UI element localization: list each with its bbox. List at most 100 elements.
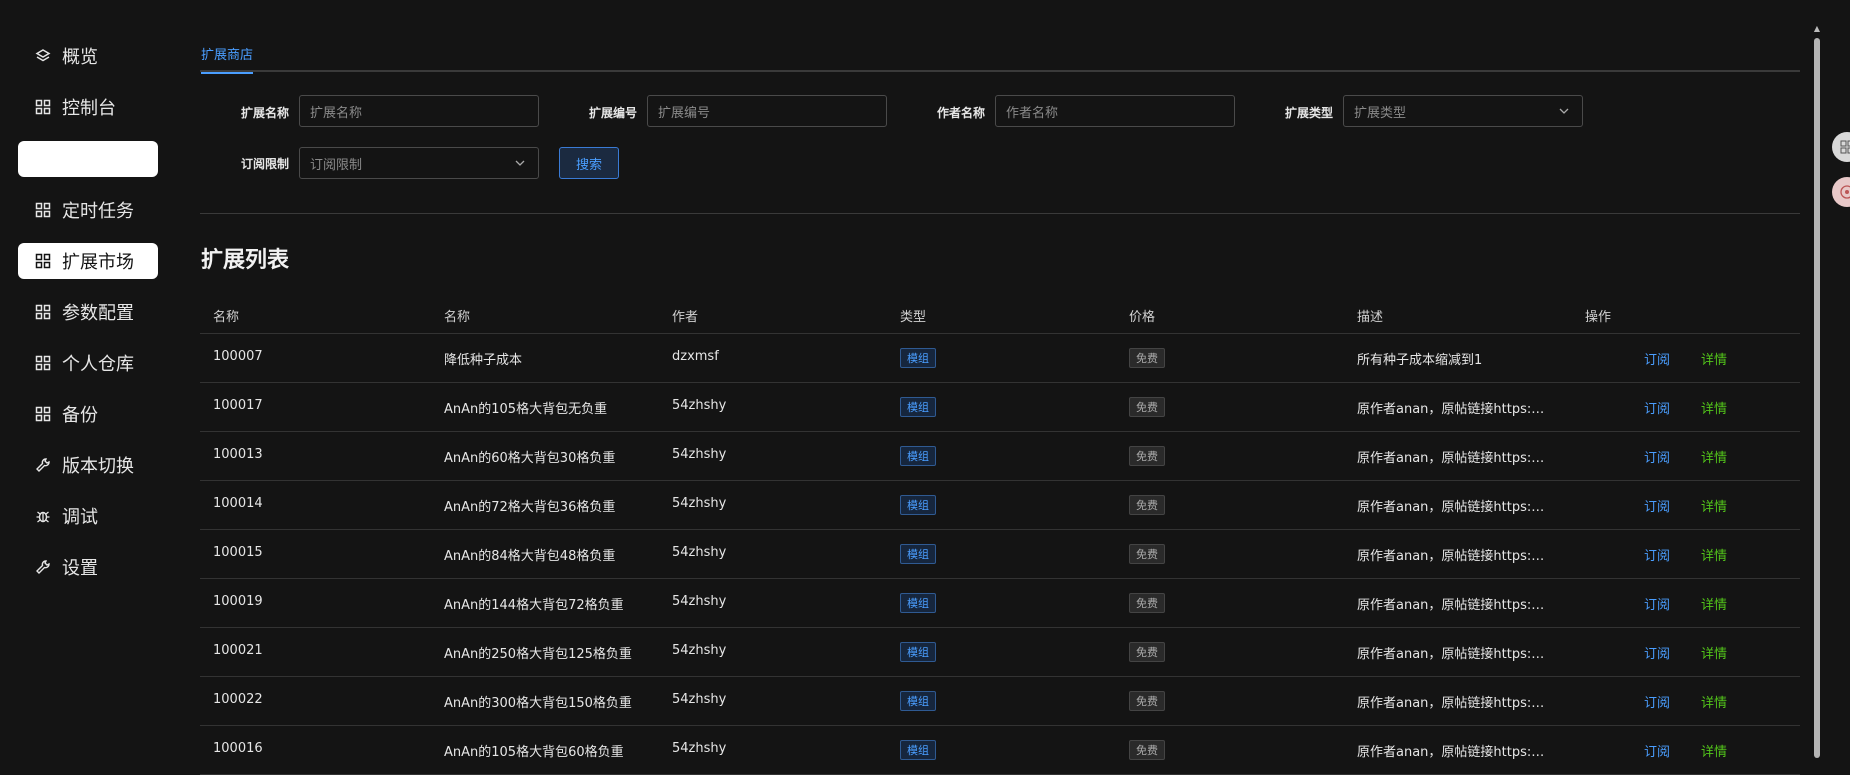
cell-name: AnAn的84格大背包48格负重	[444, 549, 616, 564]
wrench-icon	[34, 456, 52, 474]
sidebar-item-7[interactable]: 备份	[18, 396, 158, 432]
cell-name: AnAn的250格大背包125格负重	[444, 647, 632, 662]
detail-link[interactable]: 详情	[1701, 496, 1727, 515]
sidebar-item-1[interactable]: 控制台	[18, 89, 158, 125]
subscribe-link[interactable]: 订阅	[1644, 692, 1670, 711]
detail-link[interactable]: 详情	[1701, 398, 1727, 417]
sidebar-item-10[interactable]: 设置	[18, 549, 158, 585]
floating-help-button[interactable]	[1832, 177, 1850, 207]
scrollbar[interactable]: ▲	[1812, 24, 1822, 758]
divider	[200, 213, 1800, 214]
sidebar-item-blank[interactable]	[18, 141, 158, 177]
sidebar-item-6[interactable]: 个人仓库	[18, 345, 158, 381]
subscribe-link[interactable]: 订阅	[1644, 545, 1670, 564]
cell-description: 原作者anan，原帖链接https:…	[1357, 549, 1545, 564]
price-badge: 免费	[1129, 397, 1165, 417]
detail-link[interactable]: 详情	[1701, 741, 1727, 760]
cell-description: 原作者anan，原帖链接https:…	[1357, 696, 1545, 711]
detail-link[interactable]: 详情	[1701, 447, 1727, 466]
table-row: 100015 AnAn的84格大背包48格负重 54zhshy 模组 免费 原作者anan…	[200, 530, 1800, 579]
extension-type-placeholder: 扩展类型	[1354, 105, 1407, 121]
chevron-down-icon	[1559, 108, 1569, 114]
sidebar-item-4[interactable]: 扩展市场	[18, 243, 158, 279]
section-title: 扩展列表	[201, 248, 290, 273]
detail-link[interactable]: 详情	[1701, 692, 1727, 711]
type-badge: 模组	[900, 348, 936, 368]
price-badge: 免费	[1129, 348, 1165, 368]
scroll-up-arrow-icon[interactable]: ▲	[1812, 24, 1822, 34]
sidebar: 概览控制台定时任务扩展市场参数配置个人仓库备份版本切换调试设置	[0, 0, 180, 750]
detail-link[interactable]: 详情	[1701, 643, 1727, 662]
floating-grid-button[interactable]	[1832, 132, 1850, 162]
cell-name: AnAn的144格大背包72格负重	[444, 598, 624, 613]
grid-icon	[34, 405, 52, 423]
extension-name-placeholder: 扩展名称	[310, 105, 363, 121]
cell-author: 54zhshy	[672, 741, 727, 756]
cell-id: 100014	[213, 496, 263, 511]
grid-icon	[34, 98, 52, 116]
sidebar-item-label: 版本切换	[62, 456, 134, 477]
table-row: 100016 AnAn的105格大背包60格负重 54zhshy 模组 免费 原作者ana…	[200, 726, 1800, 775]
sidebar-item-label: 调试	[62, 507, 98, 528]
cell-id: 100016	[213, 741, 263, 756]
detail-link[interactable]: 详情	[1701, 594, 1727, 613]
sidebar-item-0[interactable]: 概览	[18, 38, 158, 74]
column-header-price: 价格	[1129, 310, 1156, 325]
cell-name: AnAn的60格大背包30格负重	[444, 451, 616, 466]
sidebar-item-5[interactable]: 参数配置	[18, 294, 158, 330]
cell-id: 100021	[213, 643, 263, 658]
cell-name: AnAn的300格大背包150格负重	[444, 696, 632, 711]
extension-id-input[interactable]: 扩展编号	[647, 95, 887, 127]
cell-author: 54zhshy	[672, 594, 727, 609]
detail-link[interactable]: 详情	[1701, 545, 1727, 564]
subscribe-link[interactable]: 订阅	[1644, 741, 1670, 760]
grid-icon	[34, 354, 52, 372]
author-name-label: 作者名称	[937, 106, 986, 120]
cell-description: 原作者anan，原帖链接https:…	[1357, 402, 1545, 417]
sidebar-item-3[interactable]: 定时任务	[18, 192, 158, 228]
cell-name: AnAn的105格大背包无负重	[444, 402, 608, 417]
column-header-actions: 操作	[1585, 310, 1612, 325]
extension-id-label: 扩展编号	[589, 106, 638, 120]
extension-type-label: 扩展类型	[1285, 106, 1334, 120]
table-row: 100013 AnAn的60格大背包30格负重 54zhshy 模组 免费 原作者anan…	[200, 432, 1800, 481]
cell-author: 54zhshy	[672, 447, 727, 462]
sidebar-item-9[interactable]: 调试	[18, 498, 158, 534]
cell-author: 54zhshy	[672, 496, 727, 511]
subscribe-link[interactable]: 订阅	[1644, 349, 1670, 368]
column-header-author: 作者	[672, 310, 699, 325]
subscribe-link[interactable]: 订阅	[1644, 594, 1670, 613]
sidebar-item-label: 设置	[62, 558, 98, 579]
subscribe-link[interactable]: 订阅	[1644, 447, 1670, 466]
subscription-limit-select[interactable]: 订阅限制	[299, 147, 539, 179]
subscribe-link[interactable]: 订阅	[1644, 398, 1670, 417]
detail-link[interactable]: 详情	[1701, 349, 1727, 368]
extension-type-select[interactable]: 扩展类型	[1343, 95, 1583, 127]
help-icon	[1840, 185, 1850, 199]
author-name-input[interactable]: 作者名称	[995, 95, 1235, 127]
search-button[interactable]: 搜索	[559, 147, 619, 179]
sidebar-item-label: 定时任务	[62, 201, 134, 222]
scrollbar-thumb[interactable]	[1814, 38, 1820, 758]
sidebar-item-label: 备份	[62, 405, 98, 426]
table-header: 名称 名称 作者 类型 价格 描述 操作	[200, 296, 1800, 334]
grid-icon	[34, 303, 52, 321]
extension-name-input[interactable]: 扩展名称	[299, 95, 539, 127]
cell-author: 54zhshy	[672, 643, 727, 658]
cell-description: 原作者anan，原帖链接https:…	[1357, 451, 1545, 466]
column-header-type: 类型	[900, 310, 927, 325]
cell-name: 降低种子成本	[444, 353, 523, 368]
grid-icon	[34, 252, 52, 270]
layers-icon	[34, 47, 52, 65]
sidebar-item-label: 个人仓库	[62, 354, 134, 375]
cell-author: 54zhshy	[672, 398, 727, 413]
column-header-name: 名称	[444, 310, 471, 325]
cell-description: 原作者anan，原帖链接https:…	[1357, 745, 1545, 760]
tab-bar: 扩展商店	[200, 38, 1800, 74]
subscribe-link[interactable]: 订阅	[1644, 643, 1670, 662]
subscribe-link[interactable]: 订阅	[1644, 496, 1670, 515]
wrench-icon	[34, 558, 52, 576]
sidebar-item-8[interactable]: 版本切换	[18, 447, 158, 483]
tab-extension-store[interactable]: 扩展商店	[201, 44, 254, 74]
cell-name: AnAn的105格大背包60格负重	[444, 745, 624, 760]
